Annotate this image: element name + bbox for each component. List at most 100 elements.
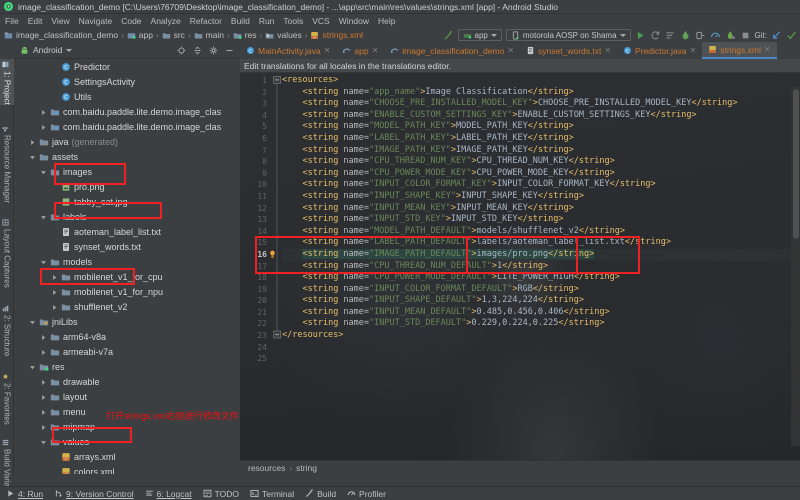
- code-line[interactable]: <resources>: [282, 75, 800, 87]
- chevron-right-icon[interactable]: [40, 393, 47, 400]
- chevron-right-icon[interactable]: [40, 348, 47, 355]
- code-line[interactable]: [282, 342, 800, 354]
- tree-node-res[interactable]: res: [14, 359, 240, 374]
- chevron-right-icon[interactable]: [40, 378, 47, 385]
- chevron-down-icon[interactable]: [40, 213, 47, 220]
- status-version-control[interactable]: 9: Version Control: [54, 489, 134, 499]
- hide-icon[interactable]: [225, 46, 234, 55]
- close-icon[interactable]: ✕: [324, 46, 331, 55]
- menu-bar[interactable]: File Edit View Navigate Code Analyze Ref…: [0, 14, 800, 27]
- code-line[interactable]: <string name="INPUT_SHAPE_KEY">INPUT_SHA…: [282, 191, 800, 203]
- editor-vertical-scrollbar[interactable]: [793, 89, 799, 239]
- tree-node-armeabi-v7a[interactable]: armeabi-v7a: [14, 344, 240, 359]
- apply-changes-icon[interactable]: [650, 30, 661, 41]
- code-line[interactable]: <string name="INPUT_COLOR_FORMAT_KEY">IN…: [282, 179, 800, 191]
- check-icon[interactable]: [786, 30, 797, 41]
- chevron-right-icon[interactable]: [40, 123, 47, 130]
- close-icon[interactable]: ✕: [604, 46, 611, 55]
- tree-node-drawable[interactable]: drawable: [14, 374, 240, 389]
- code-line[interactable]: <string name="app_name">Image Classifica…: [282, 87, 800, 99]
- code-line[interactable]: <string name="INPUT_STD_DEFAULT">0.229,0…: [282, 318, 800, 330]
- tree-node-java[interactable]: java (generated): [14, 134, 240, 149]
- code-area[interactable]: 1 2 3 4 5 6 7 8 9 10 11 12 13 14 15 16 17 18 19 20 21 22 23 24 2…: [240, 73, 800, 460]
- code-line[interactable]: <string name="CPU_THREAD_NUM_KEY">CPU_TH…: [282, 156, 800, 168]
- status-run[interactable]: 4: Run: [6, 489, 43, 499]
- code-line[interactable]: <string name="INPUT_MEAN_KEY">INPUT_MEAN…: [282, 203, 800, 215]
- tree-node-synset-words-txt[interactable]: synset_words.txt: [14, 239, 240, 254]
- code-line[interactable]: <string name="LABEL_PATH_KEY">LABEL_PATH…: [282, 133, 800, 145]
- tree-node-mobilenet-v1-for-npu[interactable]: mobilenet_v1_for_npu: [14, 284, 240, 299]
- menu-refactor[interactable]: Refactor: [190, 16, 222, 26]
- editor-bottom-breadcrumb[interactable]: resources › string: [240, 460, 800, 474]
- play-icon[interactable]: [635, 30, 646, 41]
- close-icon[interactable]: ✕: [372, 46, 379, 55]
- code-text[interactable]: <resources> <string name="app_name">Imag…: [282, 75, 800, 460]
- breadcrumb-item-strings-xml[interactable]: <> strings.xml: [310, 30, 363, 40]
- bottom-breadcrumb-resources[interactable]: resources: [248, 463, 285, 473]
- sidebar-item-resource-manager[interactable]: Resource Manager: [0, 123, 14, 207]
- tree-node-arm64-v8a[interactable]: arm64-v8a: [14, 329, 240, 344]
- code-line[interactable]: <string name="INPUT_STD_KEY">INPUT_STD_K…: [282, 214, 800, 226]
- fold-column[interactable]: [272, 73, 282, 460]
- bottom-breadcrumb-string[interactable]: string: [296, 463, 317, 473]
- hammer-icon[interactable]: [443, 30, 454, 41]
- sidebar-item-project[interactable]: 1: Project: [0, 59, 14, 105]
- breadcrumb-item-values[interactable]: values: [265, 30, 302, 40]
- chevron-down-icon[interactable]: [66, 48, 73, 52]
- chevron-down-icon[interactable]: [40, 438, 47, 445]
- tree-node-labels[interactable]: labels: [14, 209, 240, 224]
- code-line[interactable]: <string name="IMAGE_PATH_KEY">IMAGE_PATH…: [282, 145, 800, 157]
- chevron-right-icon[interactable]: [40, 333, 47, 340]
- menu-edit[interactable]: Edit: [28, 16, 43, 26]
- tree-node-assets[interactable]: assets: [14, 149, 240, 164]
- chevron-right-icon[interactable]: [40, 108, 47, 115]
- tab-app[interactable]: app ✕: [336, 42, 384, 59]
- menu-file[interactable]: File: [5, 16, 19, 26]
- close-icon[interactable]: ✕: [690, 46, 697, 55]
- project-view-selector-label[interactable]: Android: [33, 45, 62, 55]
- run-configuration-selector[interactable]: app: [457, 29, 502, 41]
- breadcrumb-item-app[interactable]: app: [127, 30, 153, 40]
- chevron-down-icon[interactable]: [40, 258, 47, 265]
- code-line[interactable]: <string name="INPUT_MEAN_DEFAULT">0.485,…: [282, 307, 800, 319]
- menu-help[interactable]: Help: [378, 16, 395, 26]
- tree-node-settingsactivity[interactable]: C SettingsActivity: [14, 74, 240, 89]
- tree-node-com-baidu-paddle-lite-demo-image-clas[interactable]: com.baidu.paddle.lite.demo.image_clas: [14, 119, 240, 134]
- chevron-down-icon[interactable]: [29, 363, 36, 370]
- code-line[interactable]: <string name="INPUT_COLOR_FORMAT_DEFAULT…: [282, 284, 800, 296]
- tree-node-layout[interactable]: layout: [14, 389, 240, 404]
- code-editor[interactable]: Edit translations for all locales in the…: [240, 59, 800, 474]
- menu-vcs[interactable]: VCS: [312, 16, 329, 26]
- chevron-down-icon[interactable]: [40, 168, 47, 175]
- chevron-right-icon[interactable]: [51, 288, 58, 295]
- bug-icon[interactable]: [680, 30, 691, 41]
- menu-window[interactable]: Window: [339, 16, 369, 26]
- chevron-down-icon[interactable]: [29, 153, 36, 160]
- breadcrumb-item-project[interactable]: image_classification_demo: [4, 30, 118, 40]
- chevron-right-icon[interactable]: [51, 303, 58, 310]
- intention-bulb-icon[interactable]: [269, 250, 276, 259]
- breadcrumb-item-main[interactable]: main: [194, 30, 224, 40]
- device-selector[interactable]: motorola AOSP on Shama: [505, 29, 631, 41]
- close-icon[interactable]: ✕: [507, 46, 514, 55]
- chevron-down-icon[interactable]: [29, 318, 36, 325]
- locate-icon[interactable]: [177, 46, 186, 55]
- status-terminal[interactable]: Terminal: [250, 489, 294, 499]
- menu-view[interactable]: View: [51, 16, 69, 26]
- status-todo[interactable]: TODO: [203, 489, 239, 499]
- breadcrumb-item-src[interactable]: src: [162, 30, 185, 40]
- tree-node-images[interactable]: images: [14, 164, 240, 179]
- code-line[interactable]: <string name="MODEL_PATH_KEY">MODEL_PATH…: [282, 121, 800, 133]
- code-line[interactable]: <string name="ENABLE_CUSTOM_SETTINGS_KEY…: [282, 110, 800, 122]
- menu-navigate[interactable]: Navigate: [79, 16, 113, 26]
- status-build[interactable]: Build: [305, 489, 336, 499]
- tree-node-jnilibs[interactable]: jniLibs: [14, 314, 240, 329]
- tab-image-classification-demo[interactable]: image_classification_demo ✕: [384, 42, 520, 59]
- menu-run[interactable]: Run: [259, 16, 275, 26]
- chevron-right-icon[interactable]: [29, 138, 36, 145]
- code-line[interactable]: <string name="CPU_POWER_MODE_DEFAULT">LI…: [282, 272, 800, 284]
- chevron-right-icon[interactable]: [40, 423, 47, 430]
- stop-icon[interactable]: [740, 30, 751, 41]
- tree-node-pro-png[interactable]: pro.png: [14, 179, 240, 194]
- code-line[interactable]: </resources>: [282, 330, 800, 342]
